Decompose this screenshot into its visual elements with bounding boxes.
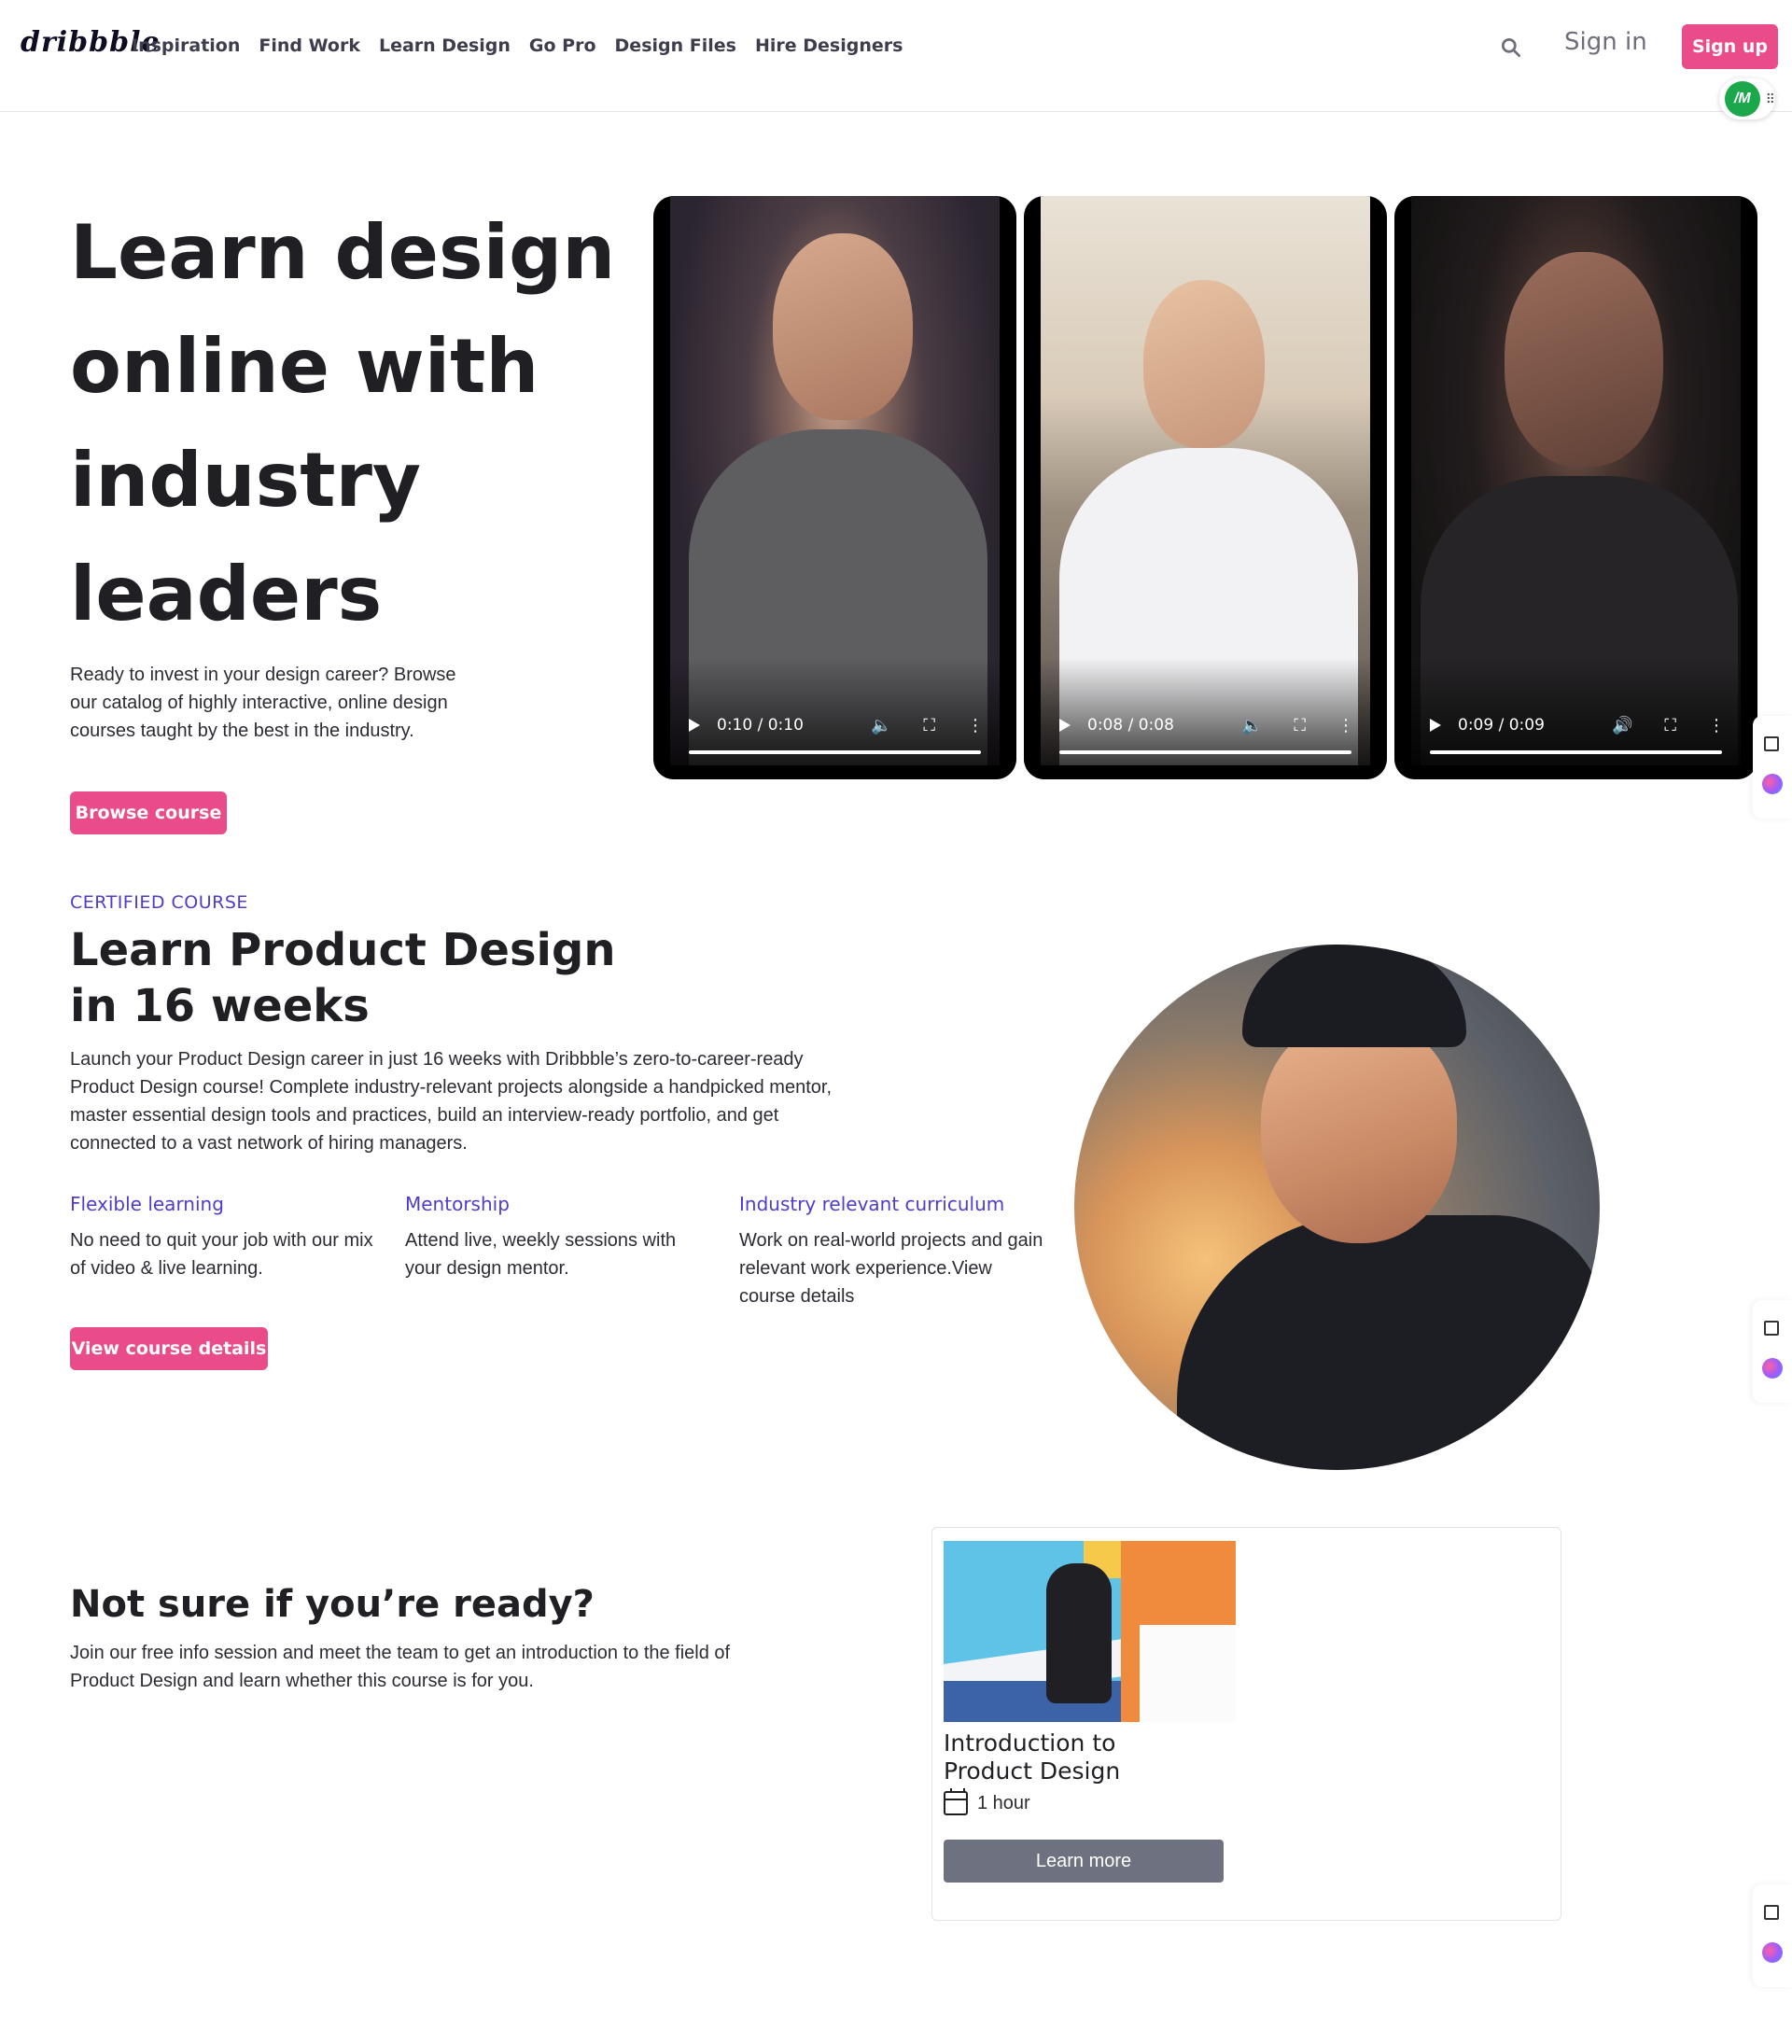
feature-text: No need to quit your job with our mix of… (70, 1230, 373, 1279)
instructor-face (773, 233, 913, 420)
video-time: 0:09 / 0:09 (1458, 716, 1545, 735)
calendar-icon (944, 1788, 968, 1815)
video-controls: 0:08 / 0:08 🔈 ⛶ ⋮ (1059, 711, 1354, 739)
card-duration: 1 hour (944, 1788, 1030, 1815)
search-icon[interactable] (1499, 35, 1523, 60)
video-time: 0:10 / 0:10 (717, 716, 804, 735)
duration-text: 1 hour (977, 1792, 1030, 1813)
info-session-card: Introduction to Product Design 1 hour Le… (931, 1527, 1561, 1921)
video-progress-bar[interactable] (1430, 750, 1722, 754)
video-player[interactable]: 0:10 / 0:10 🔈 ⛶ ⋮ (653, 196, 1016, 779)
video-player[interactable]: 0:09 / 0:09 🔊 ⛶ ⋮ (1394, 196, 1757, 779)
play-icon[interactable] (689, 719, 700, 732)
main-nav: Inspiration Find Work Learn Design Go Pr… (132, 35, 903, 56)
video-player[interactable]: 0:08 / 0:08 🔈 ⛶ ⋮ (1024, 196, 1387, 779)
video-controls: 0:10 / 0:10 🔈 ⛶ ⋮ (689, 711, 984, 739)
brain-icon[interactable] (1762, 1942, 1783, 1963)
fullscreen-icon[interactable]: ⛶ (1294, 716, 1306, 735)
feature-industry-curriculum: Industry relevant curriculum Work on rea… (739, 1193, 1047, 1310)
browse-course-button[interactable]: Browse course (70, 791, 227, 834)
video-progress-bar[interactable] (1059, 750, 1351, 754)
certified-course-label: CERTIFIED COURSE (70, 892, 248, 913)
video-progress-bar[interactable] (689, 750, 981, 754)
book-icon[interactable] (1764, 1905, 1779, 1920)
site-header: dribbble Inspiration Find Work Learn Des… (0, 0, 1792, 119)
nav-go-pro[interactable]: Go Pro (529, 35, 596, 56)
play-icon[interactable] (1059, 719, 1071, 732)
fullscreen-icon[interactable]: ⛶ (1664, 716, 1676, 735)
mentor-portrait (1074, 945, 1600, 1470)
card-thumbnail (944, 1541, 1236, 1722)
extension-avatar: /M (1725, 81, 1760, 117)
book-icon[interactable] (1764, 1321, 1779, 1336)
drag-handle-icon[interactable]: ⠿ (1766, 91, 1775, 107)
feature-title: Industry relevant curriculum (739, 1193, 1005, 1215)
side-widget (1753, 1884, 1792, 1987)
hero-description: Ready to invest in your design career? B… (70, 665, 456, 741)
feature-mentorship: Mentorship Attend live, weekly sessions … (405, 1193, 713, 1282)
nav-hire-designers[interactable]: Hire Designers (755, 35, 903, 56)
course-title: Learn Product Design in 16 weeks (70, 924, 616, 1032)
side-widget (1753, 716, 1792, 819)
brain-icon[interactable] (1762, 1358, 1783, 1379)
feature-title: Flexible learning (70, 1193, 224, 1215)
nav-find-work[interactable]: Find Work (259, 35, 360, 56)
learn-more-button[interactable]: Learn more (944, 1840, 1224, 1883)
hero-title: Learn design online with industry leader… (70, 209, 616, 637)
info-session-description: Join our free info session and meet the … (70, 1643, 731, 1691)
more-options-icon[interactable]: ⋮ (1708, 716, 1725, 735)
extension-badge[interactable]: /M ⠿ (1719, 78, 1775, 119)
play-icon[interactable] (1430, 719, 1441, 732)
sign-in-link[interactable]: Sign in (1564, 28, 1647, 56)
instructor-face (1143, 280, 1265, 448)
more-options-icon[interactable]: ⋮ (967, 716, 984, 735)
video-gallery: 0:10 / 0:10 🔈 ⛶ ⋮ 0:08 / 0:08 🔈 ⛶ ⋮ 0:09… (653, 196, 1757, 779)
book-icon[interactable] (1764, 736, 1779, 751)
fullscreen-icon[interactable]: ⛶ (923, 716, 935, 735)
nav-inspiration[interactable]: Inspiration (132, 35, 240, 56)
card-title: Introduction to Product Design (944, 1729, 1121, 1785)
course-description: Launch your Product Design career in jus… (70, 1049, 832, 1154)
more-options-icon[interactable]: ⋮ (1337, 716, 1354, 735)
side-widget (1753, 1300, 1792, 1403)
volume-icon[interactable]: 🔊 (1612, 716, 1632, 735)
sign-up-button[interactable]: Sign up (1682, 24, 1778, 69)
brain-icon[interactable] (1762, 774, 1783, 794)
instructor-face (1505, 252, 1663, 467)
view-course-details-button[interactable]: View course details (70, 1327, 268, 1370)
nav-design-files[interactable]: Design Files (615, 35, 736, 56)
volume-icon[interactable]: 🔈 (871, 716, 891, 735)
volume-icon[interactable]: 🔈 (1241, 716, 1262, 735)
video-controls: 0:09 / 0:09 🔊 ⛶ ⋮ (1430, 711, 1725, 739)
feature-text: Attend live, weekly sessions with your d… (405, 1230, 677, 1279)
video-time: 0:08 / 0:08 (1087, 716, 1174, 735)
feature-text: Work on real-world projects and gain rel… (739, 1230, 1043, 1307)
info-session-title: Not sure if you’re ready? (70, 1583, 595, 1626)
feature-flexible-learning: Flexible learning No need to quit your j… (70, 1193, 378, 1282)
nav-learn-design[interactable]: Learn Design (379, 35, 511, 56)
feature-title: Mentorship (405, 1193, 510, 1215)
